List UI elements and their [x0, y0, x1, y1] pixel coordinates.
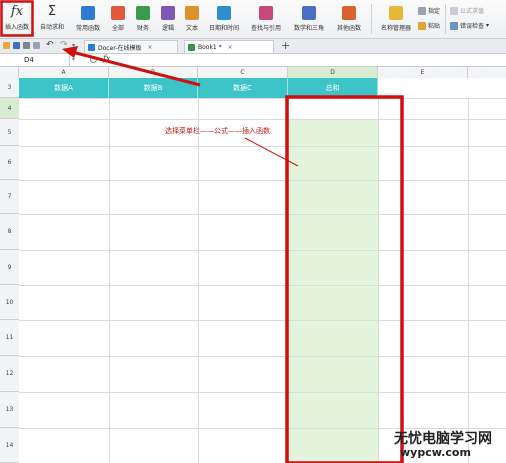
highlight-box-sum-column: [285, 95, 404, 463]
watermark-url: wypcw.com: [400, 446, 471, 459]
arrow-line: [71, 50, 201, 87]
highlight-box-insert-function: [0, 0, 34, 37]
annotation-overlay: [0, 0, 404, 463]
pointer-line: [244, 137, 299, 167]
arrow-head: [62, 46, 78, 58]
watermark-title: 无忧电脑学习网: [394, 431, 492, 447]
